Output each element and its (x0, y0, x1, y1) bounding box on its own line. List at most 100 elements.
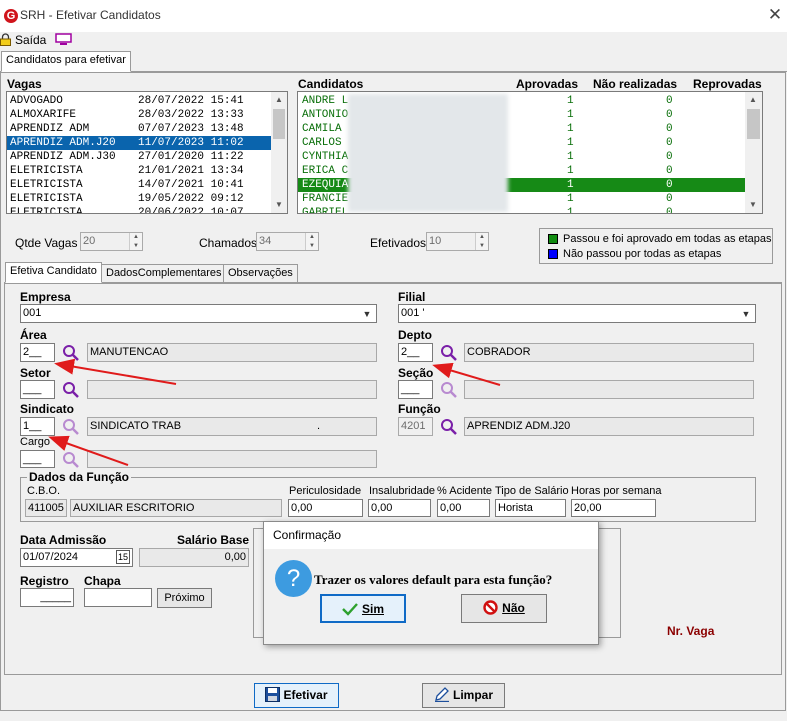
exit-button[interactable]: Saída (15, 33, 46, 47)
scroll-thumb[interactable] (747, 109, 760, 139)
scroll-thumb[interactable] (273, 109, 285, 139)
spin-up-icon[interactable]: ▲ (129, 233, 142, 242)
candidatos-scrollbar[interactable]: ▲ ▼ (745, 92, 762, 213)
vaga-row[interactable]: ELETRICISTA 14/07/2021 10:41 (7, 178, 287, 192)
vagas-header: Vagas (7, 77, 42, 91)
nao-realizadas-header: Não realizadas (593, 77, 678, 91)
area-search-icon[interactable] (62, 344, 80, 362)
tipo-salario-input[interactable]: Horista (495, 499, 566, 517)
nao-realizadas-value: 0 (666, 137, 673, 149)
secao-search-icon[interactable] (440, 381, 458, 399)
spin-down-icon[interactable]: ▼ (129, 242, 142, 250)
lock-icon[interactable] (0, 33, 11, 46)
setor-code-input[interactable]: ___ (20, 380, 55, 399)
candidatos-list[interactable]: ANDRE L 1 0 ANTONIO 1 0 CAMILA 1 0 CARLOS 1 0 CYNTHI… (297, 91, 763, 214)
cbo-code: 411005 (25, 499, 67, 517)
chevron-down-icon[interactable]: ▼ (359, 306, 375, 322)
area-code-input[interactable]: 2__ (20, 343, 55, 362)
cargo-search-icon[interactable] (62, 451, 80, 469)
vaga-row[interactable]: ALMOXARIFE 28/03/2022 13:33 (7, 108, 287, 122)
scroll-up-icon[interactable]: ▲ (745, 92, 761, 108)
area-description: MANUTENCAO (87, 343, 377, 362)
yes-button[interactable]: Sim (320, 594, 406, 623)
scroll-down-icon[interactable]: ▼ (271, 197, 287, 213)
vaga-date: 27/01/2020 11:22 (138, 151, 244, 163)
empresa-select[interactable]: 001 ▼ (20, 304, 377, 323)
no-button[interactable]: Não (461, 594, 547, 623)
sindicato-code-input[interactable]: 1__ (20, 417, 55, 436)
background-window-edge (787, 32, 795, 721)
nao-realizadas-value: 0 (666, 95, 673, 107)
registro-input[interactable]: _____ (20, 588, 74, 607)
tab-candidatos[interactable]: Candidatos para efetivar (1, 51, 131, 72)
chapa-input[interactable] (84, 588, 152, 607)
tab-efetiva-candidato-label: Efetiva Candidato (10, 265, 97, 277)
qtde-vagas-spinner[interactable]: 20 ▲ ▼ (80, 232, 143, 251)
nao-realizadas-value: 0 (666, 109, 673, 121)
vagas-list[interactable]: ADVOGADO 28/07/2022 15:41 ALMOXARIFE 28/03/… (6, 91, 288, 214)
depto-code-input[interactable]: 2__ (398, 343, 433, 362)
vagas-scrollbar[interactable]: ▲ ▼ (271, 92, 287, 213)
data-admissao-input[interactable]: 01/07/2024 15 (20, 548, 133, 567)
cargo-code-input[interactable]: ___ (20, 450, 55, 468)
secao-label: Seção (398, 366, 434, 380)
depto-search-icon[interactable] (440, 344, 458, 362)
scroll-down-icon[interactable]: ▼ (745, 197, 761, 213)
depto-description: COBRADOR (464, 343, 754, 362)
proximo-button[interactable]: Próximo (157, 588, 212, 608)
periculosidade-label: Periculosidade (289, 485, 362, 497)
aprovadas-value: 1 (567, 151, 574, 163)
candidato-name: CYNTHIA (302, 151, 349, 163)
insalubridade-input[interactable]: 0,00 (368, 499, 431, 517)
efetivados-value: 10 (429, 235, 442, 247)
secao-code-input[interactable]: ___ (398, 380, 433, 399)
aprovadas-value: 1 (567, 179, 574, 191)
confirm-dialog: Confirmação ? Trazer os valores default … (263, 521, 599, 645)
chevron-down-icon[interactable]: ▼ (738, 306, 754, 322)
vaga-row[interactable]: ELETRICISTA 19/05/2022 09:12 (7, 192, 287, 206)
funcao-search-icon[interactable] (440, 418, 458, 436)
calendar-icon[interactable]: 15 (116, 550, 130, 564)
setor-search-icon[interactable] (62, 381, 80, 399)
filial-select[interactable]: 001 ' ▼ (398, 304, 756, 323)
vaga-date: 28/07/2022 15:41 (138, 95, 244, 107)
salario-base-label: Salário Base (177, 533, 250, 547)
spin-down-icon[interactable]: ▼ (475, 242, 488, 250)
acidente-input[interactable]: 0,00 (437, 499, 490, 517)
depto-label: Depto (398, 328, 432, 342)
vaga-row[interactable]: APRENDIZ ADM.J20 11/07/2023 11:02 (7, 136, 287, 150)
close-icon[interactable]: ✕ (765, 4, 785, 26)
tab-efetiva-candidato[interactable]: Efetiva Candidato (5, 262, 102, 283)
efetivar-button[interactable]: Efetivar (254, 683, 339, 708)
vaga-row[interactable]: ADVOGADO 28/07/2022 15:41 (7, 94, 287, 108)
horas-semana-input[interactable]: 20,00 (571, 499, 656, 517)
chamados-label: Chamados (199, 236, 258, 250)
vaga-row[interactable]: APRENDIZ ADM.J30 27/01/2020 11:22 (7, 150, 287, 164)
no-label: Não (502, 601, 525, 615)
tab-observacoes[interactable]: Observações (223, 264, 298, 282)
cargo-description (87, 450, 377, 468)
nao-realizadas-value: 0 (666, 193, 673, 205)
forbidden-icon (483, 600, 498, 615)
scroll-up-icon[interactable]: ▲ (271, 92, 287, 108)
efetivados-spinner[interactable]: 10 ▲ ▼ (426, 232, 489, 251)
vaga-row[interactable]: ELETRICISTA 20/06/2022 10:07 (7, 206, 287, 213)
sindicato-search-icon[interactable] (62, 418, 80, 436)
vaga-name: APRENDIZ ADM.J20 (10, 137, 116, 149)
spin-down-icon[interactable]: ▼ (305, 242, 318, 250)
limpar-button[interactable]: Limpar (422, 683, 505, 708)
data-admissao-label: Data Admissão (20, 533, 107, 547)
tab-dados-complementares[interactable]: DadosComplementares (101, 264, 227, 282)
vaga-row[interactable]: APRENDIZ ADM 07/07/2023 13:48 (7, 122, 287, 136)
spin-up-icon[interactable]: ▲ (475, 233, 488, 242)
periculosidade-input[interactable]: 0,00 (288, 499, 363, 517)
chamados-spinner[interactable]: 34 ▲ ▼ (256, 232, 319, 251)
nao-realizadas-value: 0 (666, 179, 673, 191)
funcao-code-input[interactable]: 4201 (398, 417, 433, 436)
save-icon (265, 687, 281, 702)
aprovadas-value: 1 (567, 123, 574, 135)
spin-up-icon[interactable]: ▲ (305, 233, 318, 242)
registro-label: Registro (20, 574, 69, 588)
monitor-icon[interactable] (55, 33, 72, 46)
vaga-row[interactable]: ELETRICISTA 21/01/2021 13:34 (7, 164, 287, 178)
